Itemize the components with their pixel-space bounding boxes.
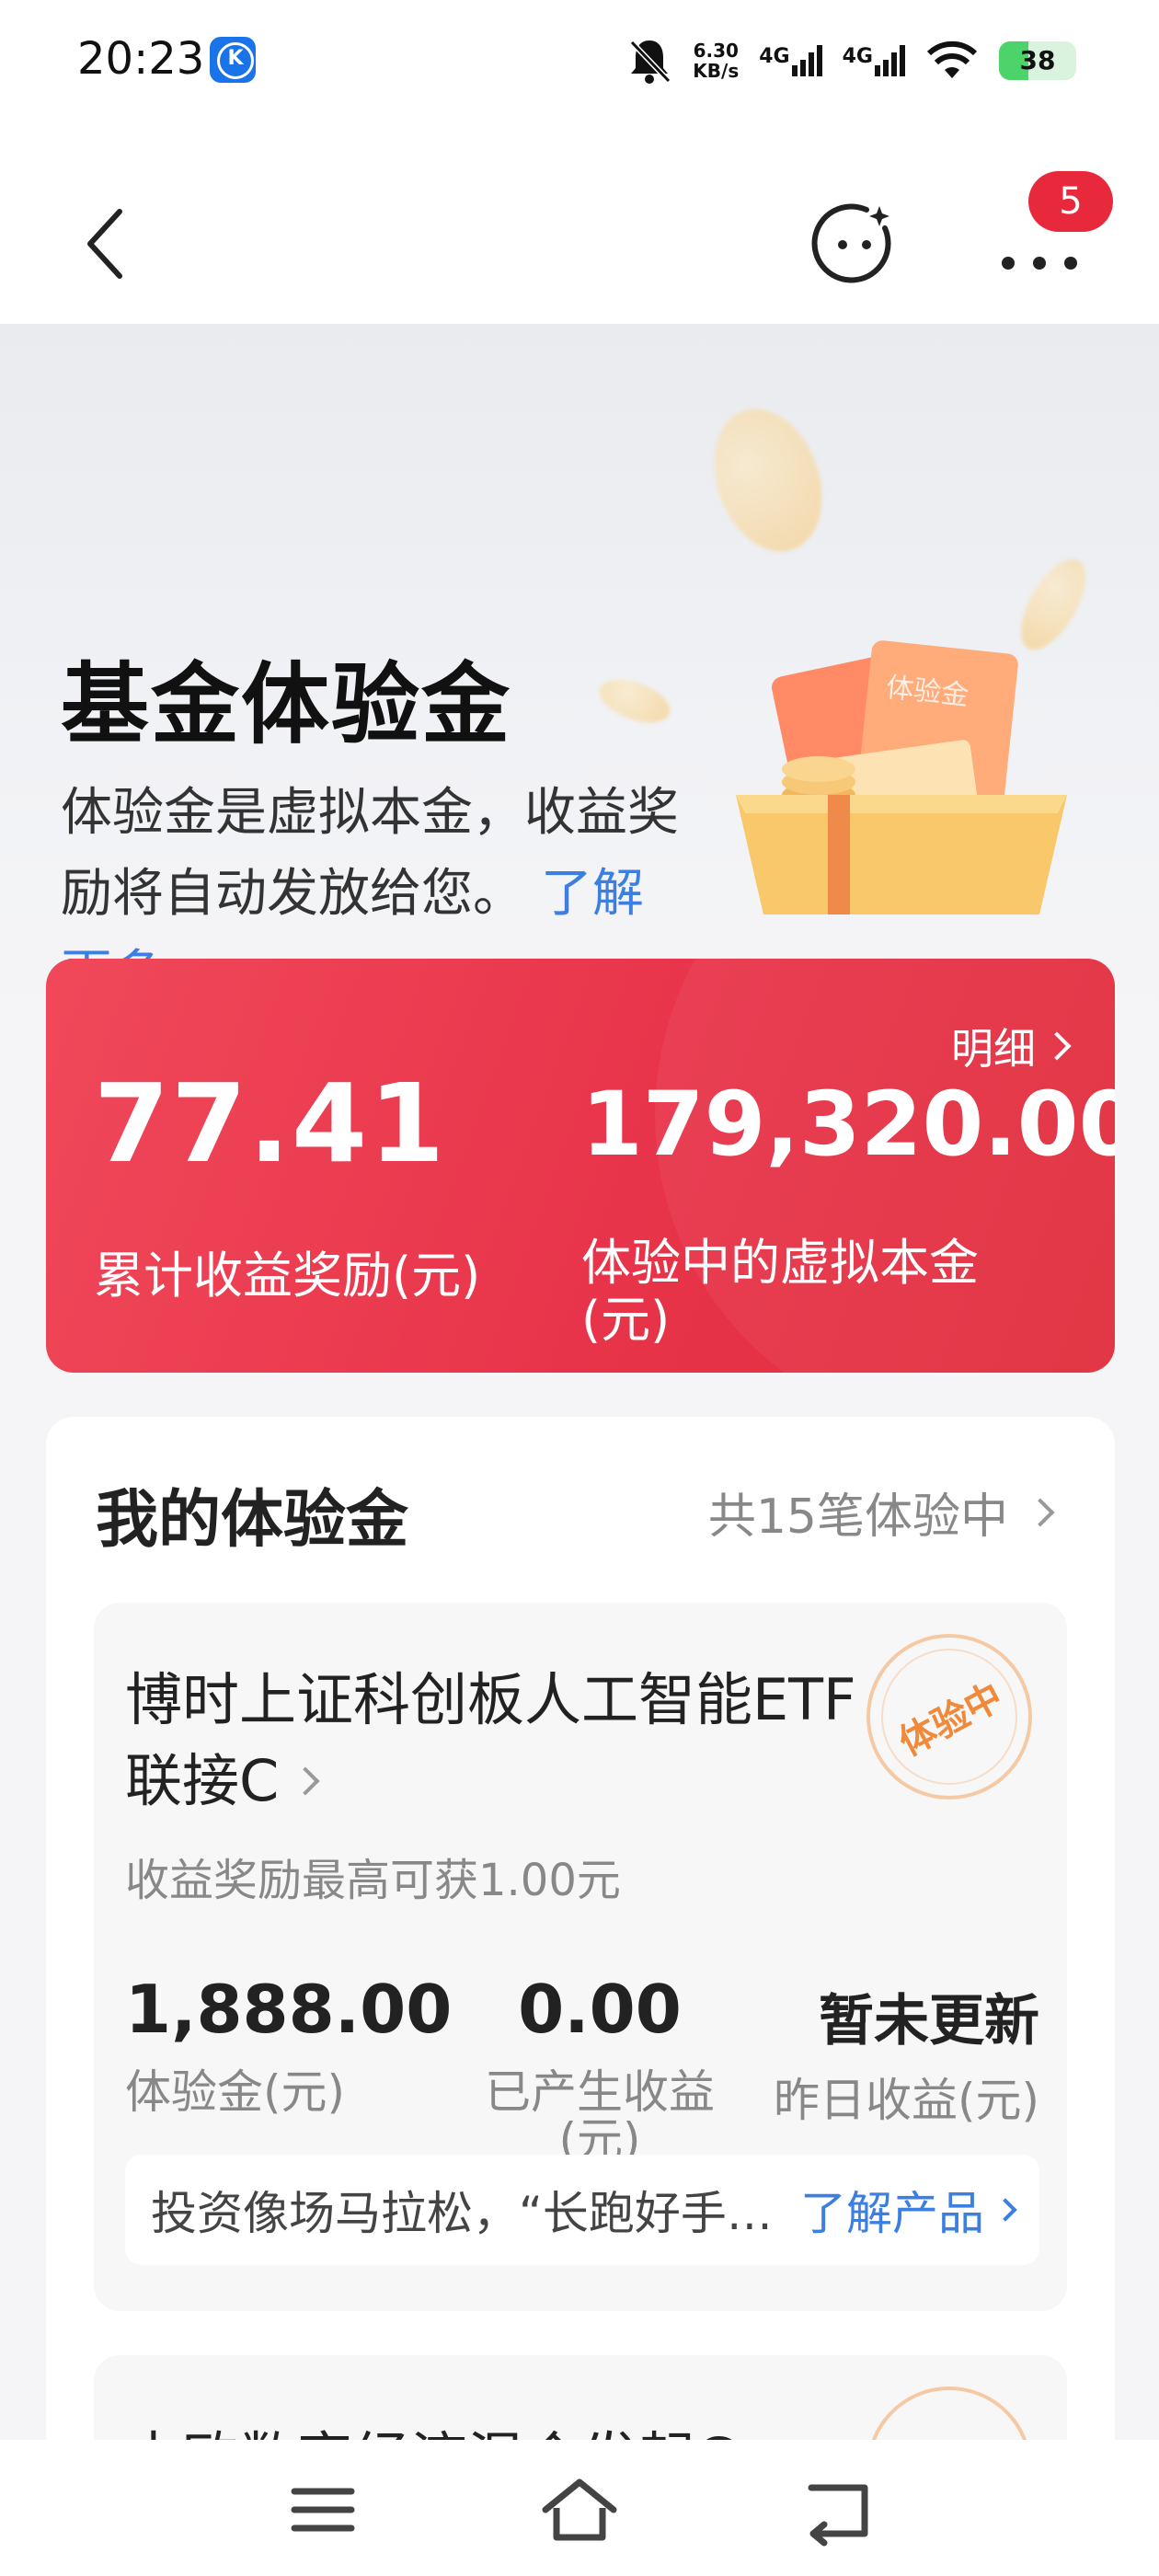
network-type-1: 4G <box>759 45 790 68</box>
status-icons: 6.30 KB/s 4G 4G 38 <box>626 33 1076 88</box>
wifi-icon <box>926 40 978 78</box>
max-reward-text: 收益奖励最高可获1.00元 <box>125 1855 621 1906</box>
trial-amount-value: 1,888.00 <box>125 1971 453 2048</box>
gift-box-illustration: 体验金 <box>736 640 1067 914</box>
mute-bell-icon <box>630 40 671 84</box>
summary-card: 明细 77.41 179,320.00 累计收益奖励(元) 体验中的虚拟本金(元… <box>46 959 1115 1373</box>
system-navigation-bar <box>0 2440 1159 2576</box>
status-stamp: 体验中 <box>866 1634 1032 1800</box>
message-count-badge: 5 <box>1028 171 1113 232</box>
status-bar: 20:23 6.30 KB/s 4G 4G 38 <box>0 0 1159 129</box>
signal-2: 4G <box>843 45 905 76</box>
yesterday-value: 暂未更新 <box>819 1989 1039 2053</box>
trial-count-text: 共15笔体验中 <box>707 1489 1008 1545</box>
chevron-right-icon <box>291 1766 320 1796</box>
virtual-principal-value: 179,320.00 <box>581 1073 1115 1176</box>
battery-level: 38 <box>1019 45 1056 75</box>
earned-label: 已产生收益(元) <box>485 2065 715 2167</box>
trial-amount-label: 体验金(元) <box>125 2065 346 2119</box>
fund-item[interactable]: 博时上证科创板人工智能ETF联接C 体验中 收益奖励最高可获1.00元 1,88… <box>94 1603 1067 2311</box>
fund-name: 博时上证科创板人工智能ETF联接C <box>125 1666 856 1814</box>
my-trial-card: 我的体验金 共15笔体验中 博时上证科创板人工智能ETF联接C 体验中 收益奖励… <box>46 1417 1115 2539</box>
cumulative-reward-value: 77.41 <box>94 1060 447 1187</box>
cumulative-reward-label: 累计收益奖励(元) <box>94 1247 481 1305</box>
yesterday-stat: 暂未更新 昨日收益(元) <box>774 1971 1039 2124</box>
signal-1: 4G <box>759 45 822 76</box>
app-notification-icon <box>210 37 256 83</box>
yesterday-label: 昨日收益(元) <box>773 2074 1039 2127</box>
detail-link[interactable]: 明细 <box>951 1016 1072 1076</box>
status-stamp-text: 体验中 <box>892 1675 1010 1765</box>
fund-name-link[interactable]: 博时上证科创板人工智能ETF联接C <box>125 1660 861 1822</box>
chevron-left-icon[interactable] <box>74 202 138 285</box>
promo-text: 投资像场马拉松，“长跑好手… <box>151 2187 773 2240</box>
promo-bar: 投资像场马拉松，“长跑好手… 了解产品 <box>125 2155 1039 2265</box>
hero-banner: 基金体验金 体验金是虚拟本金，收益奖励将自动发放给您。 了解更多 > 体验金 <box>0 324 1159 1023</box>
detail-label: 明细 <box>951 1024 1036 1074</box>
speed-unit: KB/s <box>693 60 740 82</box>
system-back-icon[interactable] <box>797 2473 879 2547</box>
network-type-2: 4G <box>842 45 873 68</box>
smiley-face-icon[interactable] <box>811 201 896 285</box>
network-speed: 6.30 KB/s <box>693 40 739 81</box>
signal-bars-icon <box>875 45 905 76</box>
learn-product-label: 了解产品 <box>800 2187 984 2240</box>
trial-count-link[interactable]: 共15笔体验中 <box>707 1478 1055 1547</box>
virtual-principal-label: 体验中的虚拟本金(元) <box>581 1234 979 1349</box>
nav-bar: 5 <box>0 129 1159 324</box>
earned-stat: 0.00 已产生收益(元) <box>462 1971 738 2164</box>
status-time: 20:23 <box>77 33 205 85</box>
signal-bars-icon <box>791 45 822 76</box>
chevron-right-icon <box>1026 1497 1055 1527</box>
home-icon[interactable] <box>538 2473 621 2547</box>
section-title: 我的体验金 <box>96 1484 409 1557</box>
learn-product-link[interactable]: 了解产品 <box>800 2177 1017 2243</box>
battery-icon: 38 <box>999 41 1076 80</box>
chevron-right-icon <box>993 2198 1017 2222</box>
earned-value: 0.00 <box>518 1971 682 2048</box>
coin-decoration <box>593 671 676 731</box>
page-title: 基金体验金 <box>61 653 511 756</box>
chevron-right-icon <box>1042 1031 1072 1061</box>
menu-icon[interactable] <box>281 2473 364 2547</box>
coin-decoration <box>694 394 842 567</box>
speed-value: 6.30 <box>693 40 739 62</box>
trial-amount-stat: 1,888.00 体验金(元) <box>125 1971 452 2116</box>
